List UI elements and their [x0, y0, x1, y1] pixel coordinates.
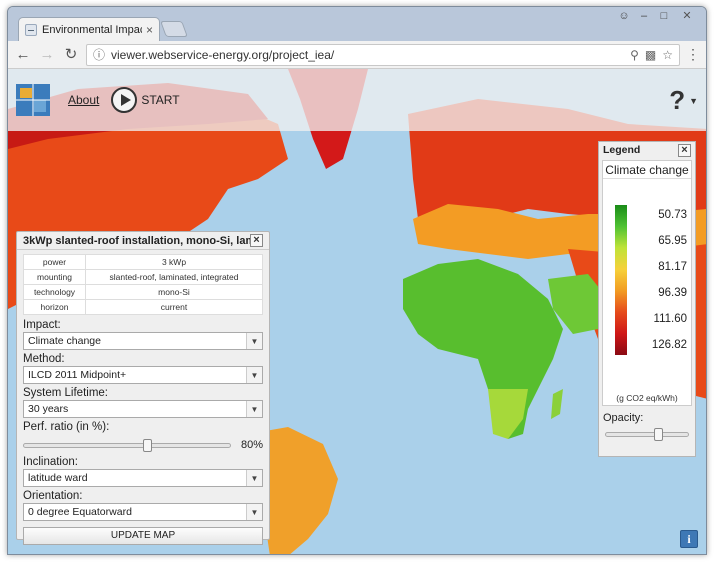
legend-tick: 81.17 [658, 261, 687, 273]
logo-icon [16, 84, 50, 116]
table-row: mounting slanted-roof, laminated, integr… [23, 269, 263, 285]
info-circle-icon[interactable]: ⓘ [93, 46, 105, 63]
app-logo[interactable] [14, 80, 54, 120]
window-controls: ☺ – □ ✕ [614, 9, 700, 25]
lifetime-select[interactable]: 30 years ▼ [23, 400, 263, 418]
legend-header: Legend × [599, 142, 695, 158]
table-row: power 3 kWp [23, 254, 263, 270]
panel-title: 3kWp slanted-roof installation, mono-Si,… [23, 234, 250, 247]
legend-tick: 65.95 [658, 235, 687, 247]
method-value: ILCD 2011 Midpoint+ [28, 369, 127, 381]
perf-ratio-label: Perf. ratio (in %): [23, 421, 110, 433]
browser-window: Environmental Impact Ass × ☺ – □ ✕ ← → ↻… [0, 0, 714, 563]
tab-close-icon[interactable]: × [146, 23, 153, 37]
page-viewport: About START ? ▼ 3kWp slanted-roof instal… [8, 69, 706, 554]
lifetime-value: 30 years [28, 403, 69, 415]
impact-label: Impact: [23, 319, 61, 331]
color-ramp [615, 205, 627, 355]
settings-panel: 3kWp slanted-roof installation, mono-Si,… [16, 231, 270, 545]
legend-tick: 126.82 [651, 339, 687, 351]
forward-arrow-icon[interactable]: → [38, 46, 56, 64]
browser-frame: Environmental Impact Ass × ☺ – □ ✕ ← → ↻… [7, 6, 707, 555]
table-row: technology mono-Si [23, 284, 263, 300]
back-arrow-icon[interactable]: ← [14, 46, 32, 64]
star-icon[interactable]: ☆ [662, 48, 673, 62]
chevron-down-icon[interactable]: ▼ [246, 401, 262, 417]
update-map-button[interactable]: UPDATE MAP [23, 527, 263, 545]
maximize-icon[interactable]: □ [654, 9, 674, 25]
chevron-down-icon[interactable]: ▼ [246, 504, 262, 520]
param-key: horizon [23, 299, 86, 315]
close-icon[interactable]: ✕ [674, 9, 700, 25]
chevron-down-icon[interactable]: ▼ [246, 367, 262, 383]
param-value: current [85, 299, 263, 315]
legend-impact-name: Climate change [603, 161, 691, 179]
browser-tab[interactable]: Environmental Impact Ass × [18, 17, 160, 41]
parameters-table: power 3 kWp mounting slanted-roof, lamin… [23, 254, 263, 315]
new-tab-button[interactable] [160, 21, 188, 37]
translate-icon[interactable]: ▩ [645, 48, 656, 62]
about-link[interactable]: About [68, 93, 99, 107]
opacity-slider-handle[interactable] [654, 428, 664, 441]
panel-header: 3kWp slanted-roof installation, mono-Si,… [17, 232, 269, 250]
method-select[interactable]: ILCD 2011 Midpoint+ ▼ [23, 366, 263, 384]
address-bar[interactable]: ⓘ viewer.webservice-energy.org/project_i… [86, 43, 680, 66]
inclination-select[interactable]: latitude ward ▼ [23, 469, 263, 487]
panel-close-button[interactable]: × [250, 234, 263, 247]
perf-ratio-slider-handle[interactable] [142, 438, 152, 452]
perf-ratio-value: 80% [241, 439, 264, 451]
help-label: ? [669, 85, 686, 115]
orientation-value: 0 degree Equatorward [28, 506, 132, 518]
legend-panel: Legend × Climate change 50.73 65.95 81.1… [598, 141, 696, 457]
param-key: mounting [23, 269, 86, 285]
chevron-down-icon[interactable]: ▼ [246, 470, 262, 486]
info-button[interactable]: i [680, 530, 698, 548]
legend-tick: 111.60 [653, 313, 687, 325]
param-key: technology [23, 284, 86, 300]
lifetime-label: System Lifetime: [23, 387, 108, 399]
legend-tick: 96.39 [658, 287, 687, 299]
legend-unit: (g CO2 eq/kWh) [616, 393, 678, 403]
legend-title: Legend [603, 144, 641, 156]
user-icon[interactable]: ☺ [614, 9, 634, 25]
start-button[interactable]: START [111, 87, 180, 113]
param-value: mono-Si [85, 284, 263, 300]
caret-down-icon: ▼ [689, 95, 698, 106]
browser-toolbar: ← → ↻ ⓘ viewer.webservice-energy.org/pro… [8, 41, 706, 69]
impact-value: Climate change [28, 335, 101, 347]
chevron-down-icon[interactable]: ▼ [246, 333, 262, 349]
table-row: horizon current [23, 299, 263, 315]
inclination-value: latitude ward [28, 472, 88, 484]
perf-ratio-slider-row: 80% [23, 437, 263, 453]
start-label: START [141, 93, 180, 107]
orientation-select[interactable]: 0 degree Equatorward ▼ [23, 503, 263, 521]
menu-dots-icon[interactable]: ⋮ [686, 46, 700, 63]
page-favicon-icon [25, 23, 37, 36]
reload-icon[interactable]: ↻ [62, 46, 80, 64]
minimize-icon[interactable]: – [634, 9, 654, 25]
play-icon [111, 87, 138, 113]
tab-title: Environmental Impact Ass [42, 23, 142, 36]
opacity-label: Opacity: [603, 412, 644, 424]
legend-content: Climate change 50.73 65.95 81.17 96.39 1… [602, 160, 692, 406]
zoom-icon[interactable]: ⚲ [630, 48, 639, 62]
inclination-label: Inclination: [23, 456, 78, 468]
param-value: 3 kWp [85, 254, 263, 270]
legend-tick: 50.73 [658, 209, 687, 221]
param-value: slanted-roof, laminated, integrated [85, 269, 263, 285]
param-key: power [23, 254, 86, 270]
url-text[interactable]: viewer.webservice-energy.org/project_iea… [111, 48, 624, 62]
orientation-label: Orientation: [23, 490, 83, 502]
opacity-slider[interactable] [605, 428, 689, 441]
app-topbar: About START ? ▼ [8, 69, 706, 131]
tab-strip: Environmental Impact Ass × ☺ – □ ✕ [8, 7, 706, 41]
method-label: Method: [23, 353, 65, 365]
legend-close-button[interactable]: × [678, 143, 691, 157]
perf-ratio-slider[interactable] [23, 438, 231, 452]
help-button[interactable]: ? ▼ [669, 85, 698, 116]
impact-select[interactable]: Climate change ▼ [23, 332, 263, 350]
